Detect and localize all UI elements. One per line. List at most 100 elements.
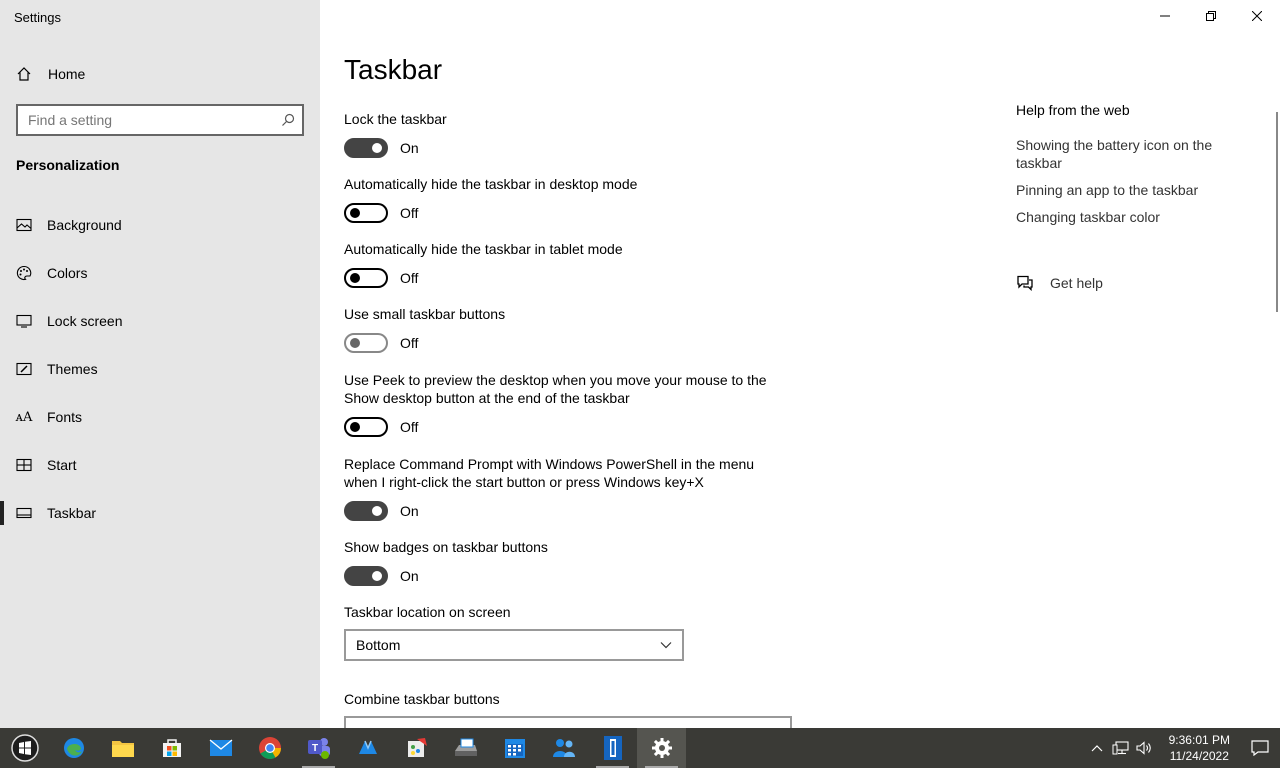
notification-button[interactable] xyxy=(1240,728,1280,768)
search-box[interactable] xyxy=(16,104,304,136)
taskbar-scanner[interactable] xyxy=(441,728,490,768)
paint-icon xyxy=(407,738,427,757)
teams-icon: T xyxy=(307,738,330,759)
clock-time: 9:36:01 PM xyxy=(1168,733,1230,747)
main-content: Taskbar Lock the taskbar On Automaticall… xyxy=(320,0,1280,728)
taskbar: T 9:36:01 PM 11/24/2022 xyxy=(0,728,1280,768)
search-input[interactable] xyxy=(18,112,274,128)
close-button[interactable] xyxy=(1234,0,1280,32)
store-icon xyxy=(162,739,181,757)
toggle-state: Off xyxy=(400,270,419,286)
sidebar: Settings Home Personalization Background… xyxy=(0,0,320,728)
setting-label: Lock the taskbar xyxy=(344,111,447,127)
sidebar-item-background[interactable]: Background xyxy=(0,205,320,245)
file-explorer-icon xyxy=(111,741,134,757)
people-icon xyxy=(552,739,575,757)
powershell-toggle[interactable] xyxy=(344,501,388,521)
setting-label: Replace Command Prompt with Windows Powe… xyxy=(344,456,755,490)
peek-toggle[interactable] xyxy=(344,417,388,437)
minimize-button[interactable] xyxy=(1142,0,1188,32)
start-grid-icon xyxy=(16,457,32,473)
badges-toggle[interactable] xyxy=(344,566,388,586)
start-button[interactable] xyxy=(0,728,49,768)
settings-icon xyxy=(651,738,672,758)
toggle-state: On xyxy=(400,503,419,519)
taskbar-chrome[interactable] xyxy=(245,728,294,768)
volume-icon[interactable] xyxy=(1133,728,1157,768)
taskbar-store[interactable] xyxy=(147,728,196,768)
autohide-desktop-toggle[interactable] xyxy=(344,203,388,223)
help-link-color[interactable]: Changing taskbar color xyxy=(1016,208,1246,226)
taskbar-paint[interactable] xyxy=(392,728,441,768)
calendar-icon xyxy=(504,739,525,758)
toggle-state: On xyxy=(400,568,419,584)
setting-label: Taskbar location on screen xyxy=(344,604,511,620)
taskbar-people[interactable] xyxy=(539,728,588,768)
help-link-pinning[interactable]: Pinning an app to the taskbar xyxy=(1016,181,1246,199)
home-link[interactable]: Home xyxy=(16,62,85,86)
toggle-state: Off xyxy=(400,419,419,435)
sidebar-item-fonts[interactable]: ᴀA Fonts xyxy=(0,397,320,437)
picture-icon xyxy=(16,217,32,233)
taskbar-settings[interactable] xyxy=(637,728,686,768)
taskbar-teams[interactable]: T xyxy=(294,728,343,768)
setting-label: Use small taskbar buttons xyxy=(344,306,506,322)
reader-icon xyxy=(603,736,622,760)
sidebar-item-start[interactable]: Start xyxy=(0,445,320,485)
sidebar-item-label: Start xyxy=(47,457,77,473)
location-dropdown[interactable]: Bottom xyxy=(344,629,684,661)
help-link-battery[interactable]: Showing the battery icon on the taskbar xyxy=(1016,136,1246,172)
toggle-state: On xyxy=(400,140,419,156)
brush-icon xyxy=(16,361,32,377)
search-icon[interactable] xyxy=(274,113,302,127)
toggle-state: Off xyxy=(400,335,419,351)
help-title: Help from the web xyxy=(1016,102,1130,118)
setting-label: Automatically hide the taskbar in deskto… xyxy=(344,176,638,192)
taskbar-calendar[interactable] xyxy=(490,728,539,768)
sidebar-item-colors[interactable]: Colors xyxy=(0,253,320,293)
chevron-down-icon xyxy=(660,642,672,649)
taskbar-file-explorer[interactable] xyxy=(98,728,147,768)
scrollbar[interactable] xyxy=(1276,112,1278,312)
home-icon xyxy=(17,67,31,81)
setting-label: Show badges on taskbar buttons xyxy=(344,539,548,555)
clock[interactable]: 9:36:01 PM 11/24/2022 xyxy=(1157,732,1240,764)
sidebar-item-label: Taskbar xyxy=(47,505,97,521)
small-buttons-toggle[interactable] xyxy=(344,333,388,353)
taskbar-reader[interactable] xyxy=(588,728,637,768)
chrome-icon xyxy=(258,737,281,759)
sidebar-item-lock-screen[interactable]: Lock screen xyxy=(0,301,320,341)
start-icon xyxy=(10,734,39,762)
setting-label: Use Peek to preview the desktop when you… xyxy=(344,372,767,406)
mail-icon xyxy=(209,739,232,756)
setting-lock-taskbar: Lock the taskbar On xyxy=(344,110,784,158)
get-help-link[interactable]: Get help xyxy=(1016,275,1246,291)
setting-badges: Show badges on taskbar buttons On xyxy=(344,538,784,586)
sidebar-item-themes[interactable]: Themes xyxy=(0,349,320,389)
taskbar-mail[interactable] xyxy=(196,728,245,768)
sidebar-item-label: Background xyxy=(47,217,122,233)
tray-overflow-icon[interactable] xyxy=(1085,728,1109,768)
chat-help-icon xyxy=(1017,275,1033,291)
setting-combine: Combine taskbar buttons xyxy=(344,690,792,728)
lock-taskbar-toggle[interactable] xyxy=(344,138,388,158)
restore-button[interactable] xyxy=(1188,0,1234,32)
autohide-tablet-toggle[interactable] xyxy=(344,268,388,288)
sidebar-item-taskbar[interactable]: Taskbar xyxy=(0,493,320,533)
taskbar-edge[interactable] xyxy=(49,728,98,768)
system-tray: 9:36:01 PM 11/24/2022 xyxy=(1085,728,1280,768)
edge-icon xyxy=(63,738,84,758)
dropdown-value: Bottom xyxy=(356,637,401,653)
page-title: Taskbar xyxy=(344,54,443,85)
taskbar-app-bird[interactable] xyxy=(343,728,392,768)
combine-dropdown[interactable] xyxy=(344,716,792,728)
setting-peek: Use Peek to preview the desktop when you… xyxy=(344,371,784,437)
network-icon[interactable] xyxy=(1109,728,1133,768)
svg-text:T: T xyxy=(311,743,317,754)
font-icon: ᴀA xyxy=(15,409,33,425)
app-title: Settings xyxy=(14,10,61,25)
section-title: Personalization xyxy=(16,157,120,173)
close-icon xyxy=(1252,11,1262,21)
clock-date: 11/24/2022 xyxy=(1169,749,1229,763)
sidebar-item-label: Fonts xyxy=(47,409,83,425)
